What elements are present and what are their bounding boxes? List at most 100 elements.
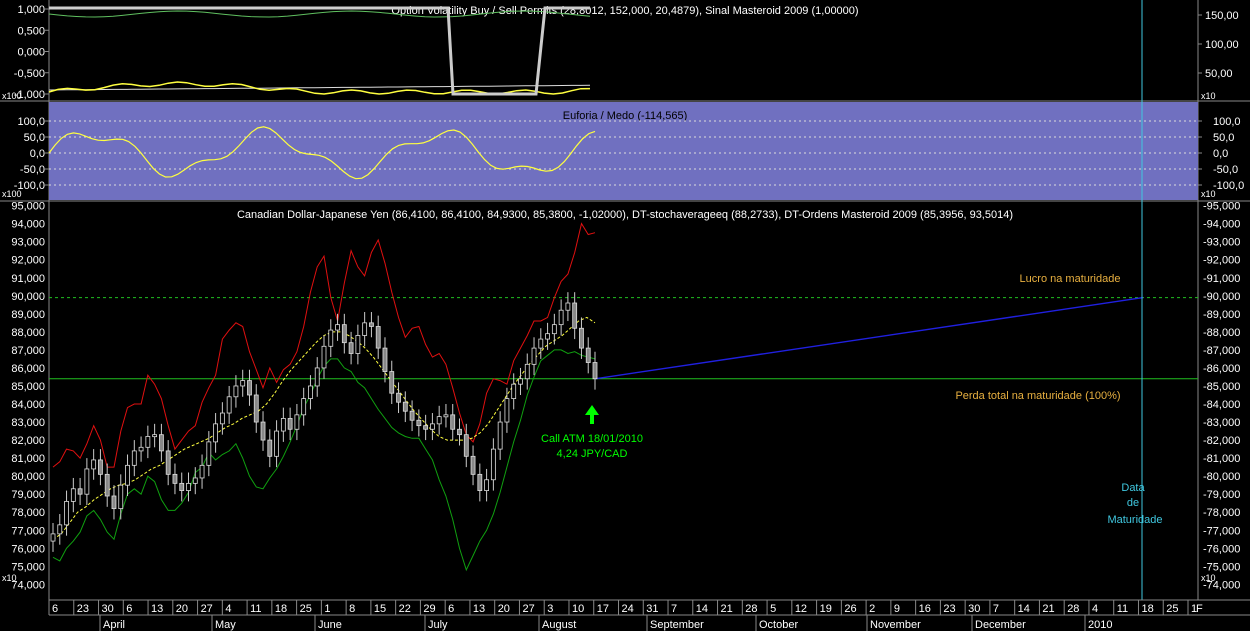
main-panel-title: Canadian Dollar-Japanese Yen (86,4100, 8… bbox=[237, 209, 1013, 221]
y-tick-label: 84,000 bbox=[11, 399, 45, 411]
call-label-line2: 4,24 JPY/CAD bbox=[557, 448, 628, 460]
middle-panel-title: Euforia / Medo (-114,565) bbox=[563, 110, 688, 122]
y-tick-label-right: -89,000 bbox=[1203, 309, 1240, 321]
candle-body bbox=[531, 347, 537, 365]
y-tick-label-right: -79,000 bbox=[1203, 489, 1240, 501]
y-tick-label: 83,000 bbox=[11, 417, 45, 429]
candle-body bbox=[267, 439, 273, 457]
candle-body bbox=[118, 484, 124, 510]
x-day-label: 19 bbox=[820, 603, 832, 615]
x-day-label: 24 bbox=[622, 603, 634, 615]
x-month-label: September bbox=[650, 619, 704, 631]
candle-body bbox=[348, 342, 354, 354]
candle-body bbox=[274, 430, 279, 457]
x-month-label: August bbox=[542, 619, 576, 631]
x-day-label: 6 bbox=[448, 603, 454, 615]
x-day-label: 13 bbox=[151, 603, 163, 615]
x-day-label: 12 bbox=[795, 603, 807, 615]
y-tick-label: 86,000 bbox=[11, 363, 45, 375]
y-tick-label-right: -85,000 bbox=[1203, 381, 1240, 393]
candle-body bbox=[558, 309, 564, 326]
x-month-label: April bbox=[103, 619, 125, 631]
candle-body bbox=[91, 459, 97, 470]
candle-body bbox=[389, 371, 395, 394]
candle-body bbox=[84, 468, 90, 495]
x-day-label: 2 bbox=[869, 603, 875, 615]
candle-body bbox=[240, 380, 246, 387]
top-left-ticks: 1,0000,5000,000-0,500-1,000 bbox=[14, 4, 49, 101]
tick-label: 50,0 bbox=[24, 132, 45, 144]
candle-body bbox=[226, 396, 232, 414]
y-tick-label-right: -93,000 bbox=[1203, 237, 1240, 249]
middle-right-ticks: 100,0 50,0 0,0 -50,0 -100,0 bbox=[1198, 116, 1244, 192]
y-tick-label-right: -77,000 bbox=[1203, 525, 1240, 537]
x-last-tick: F bbox=[1196, 603, 1203, 615]
candle-body bbox=[314, 367, 320, 387]
candle-body bbox=[125, 464, 130, 486]
candle-body bbox=[409, 410, 415, 421]
y-tick-label-right: -81,000 bbox=[1203, 453, 1240, 465]
candle-body bbox=[429, 423, 435, 430]
candle-body bbox=[545, 333, 550, 340]
middle-right-tag: x10 bbox=[1201, 189, 1216, 199]
y-tick-label: 92,000 bbox=[11, 255, 45, 267]
projection-line bbox=[594, 296, 1144, 380]
tick-label: -100,0 bbox=[1213, 180, 1244, 192]
y-tick-label: 93,000 bbox=[11, 237, 45, 249]
tick-label: 0,500 bbox=[17, 25, 45, 37]
candle-body bbox=[490, 448, 496, 481]
arrow-shape bbox=[585, 405, 599, 424]
x-day-label: 18 bbox=[1141, 603, 1153, 615]
main-right-ticks: -95,000 -94,000 -93,000 -92,000 -91,000 -90,0… bbox=[1203, 201, 1240, 592]
candle-body bbox=[219, 412, 225, 425]
x-day-label: 20 bbox=[176, 603, 188, 615]
y-tick-label-right: -90,000 bbox=[1203, 291, 1240, 303]
y-tick-label-right: -91,000 bbox=[1203, 273, 1240, 285]
x-day-label: 26 bbox=[844, 603, 856, 615]
y-tick-label-right: -75,000 bbox=[1203, 561, 1240, 573]
maturity-label-line2: de bbox=[1127, 497, 1139, 509]
y-tick-label: 79,000 bbox=[11, 489, 45, 501]
x-day-label: 22 bbox=[399, 603, 411, 615]
candles bbox=[50, 292, 598, 552]
candle-body bbox=[477, 473, 483, 491]
candle-body bbox=[111, 495, 117, 510]
candle-body bbox=[206, 441, 212, 466]
x-day-label: 18 bbox=[275, 603, 287, 615]
y-tick-label: 82,000 bbox=[11, 435, 45, 447]
candle-body bbox=[436, 416, 442, 425]
candle-body bbox=[321, 345, 327, 369]
x-day-label: 7 bbox=[993, 603, 999, 615]
x-day-label: 21 bbox=[1042, 603, 1054, 615]
candle-body bbox=[98, 459, 103, 475]
x-month-label: 2010 bbox=[1088, 619, 1112, 631]
loss-label: Perda total na maturidade (100%) bbox=[955, 390, 1120, 402]
x-day-label: 14 bbox=[1018, 603, 1030, 615]
candle-body bbox=[186, 482, 191, 491]
candle-body bbox=[504, 398, 510, 423]
middle-left-ticks: 100,050,00,0-50,0-100,0 bbox=[14, 116, 49, 192]
candle-body bbox=[375, 326, 381, 349]
candle-body bbox=[287, 418, 293, 430]
y-tick-label-right: -92,000 bbox=[1203, 255, 1240, 267]
candle-body bbox=[294, 414, 300, 430]
x-day-label: 13 bbox=[473, 603, 485, 615]
candle-body bbox=[50, 533, 56, 542]
x-day-label: 6 bbox=[52, 603, 58, 615]
y-tick-label: 77,000 bbox=[11, 525, 45, 537]
candle-body bbox=[484, 479, 490, 491]
candle-body bbox=[192, 477, 198, 484]
x-axis: 6 23 30 6 13 20 27 4 11 18 25 1 8 15 22 29 6 13 20 27 3 10 17 2… bbox=[48, 599, 1250, 631]
profit-label: Lucro na maturidade bbox=[1020, 273, 1121, 285]
y-tick-label-right: -88,000 bbox=[1203, 327, 1240, 339]
tick-label: 50,0 bbox=[1213, 132, 1234, 144]
top-white-line bbox=[48, 84, 591, 91]
candle-body bbox=[138, 446, 144, 452]
x-day-label: 27 bbox=[522, 603, 534, 615]
x-day-label: 31 bbox=[646, 603, 658, 615]
candle-body bbox=[518, 378, 523, 385]
level-lines bbox=[49, 0, 1198, 600]
x-month-label: June bbox=[318, 619, 342, 631]
candle-body bbox=[301, 398, 307, 416]
main-panel: Canadian Dollar-Japanese Yen (86,4100, 8… bbox=[2, 0, 1240, 600]
